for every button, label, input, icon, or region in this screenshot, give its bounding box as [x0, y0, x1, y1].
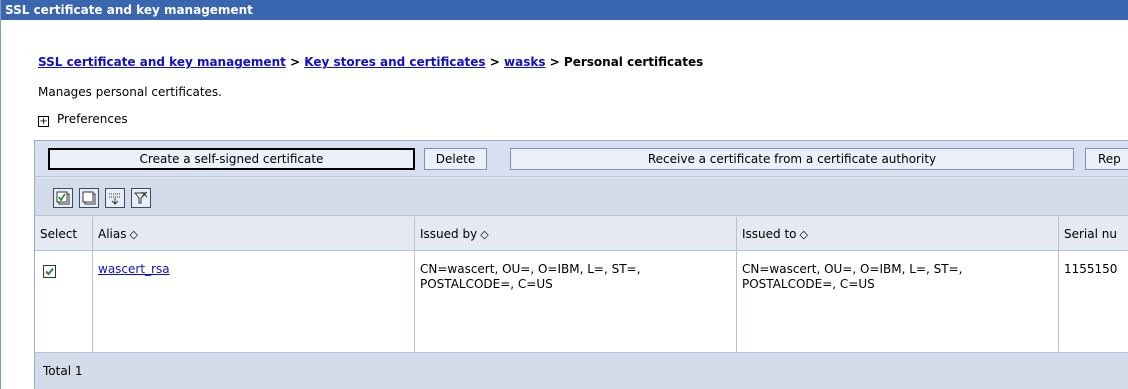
preferences-label: Preferences — [57, 112, 128, 126]
column-header-serial-number[interactable]: Serial nu — [1059, 217, 1128, 250]
app-frame: SSL certificate and key management SSL c… — [0, 0, 1128, 389]
table-row: wascert_rsa CN=wascert, OU=, O=IBM, L=, … — [35, 251, 1128, 353]
column-header-alias[interactable]: Alias ◇ — [93, 217, 415, 250]
create-self-signed-button[interactable]: Create a self-signed certificate — [48, 148, 415, 170]
row-select-checkbox[interactable] — [43, 265, 56, 278]
certificates-panel: Create a self-signed certificate Delete … — [34, 140, 1128, 389]
window-title: SSL certificate and key management — [1, 0, 1128, 20]
receive-certificate-button[interactable]: Receive a certificate from a certificate… — [510, 148, 1074, 170]
table-footer: Total 1 — [35, 353, 1128, 389]
alias-link[interactable]: wascert_rsa — [98, 262, 170, 276]
column-header-issued-to-label: Issued to — [742, 227, 797, 241]
table-toolbar — [35, 178, 1128, 216]
breadcrumb-separator: > — [549, 55, 560, 69]
clear-filter-icon[interactable] — [131, 188, 151, 208]
select-all-icon[interactable] — [53, 188, 73, 208]
serial-number-cell: 1155150 — [1064, 262, 1118, 276]
column-header-issued-to[interactable]: Issued to ◇ — [737, 217, 1059, 250]
preferences-toggle[interactable]: + Preferences — [38, 112, 128, 127]
breadcrumb-current: Personal certificates — [563, 55, 704, 69]
expand-icon[interactable]: + — [38, 116, 49, 127]
breadcrumb: SSL certificate and key management > Key… — [38, 55, 703, 69]
issued-to-cell: CN=wascert, OU=, O=IBM, L=, ST=, POSTALC… — [737, 251, 1059, 352]
deselect-all-icon[interactable] — [79, 188, 99, 208]
breadcrumb-link-ssl-management[interactable]: SSL certificate and key management — [38, 55, 286, 69]
column-header-select: Select — [35, 217, 93, 250]
issued-by-cell: CN=wascert, OU=, O=IBM, L=, ST=, POSTALC… — [415, 251, 737, 352]
breadcrumb-separator: > — [290, 55, 301, 69]
total-count: Total 1 — [43, 364, 83, 378]
table-header: Select Alias ◇ Issued by ◇ Issued to ◇ Seri… — [35, 217, 1128, 251]
alias-cell: wascert_rsa — [93, 251, 415, 352]
sort-icon[interactable]: ◇ — [800, 228, 808, 241]
page-description: Manages personal certificates. — [38, 85, 222, 99]
checkmark-icon — [45, 267, 54, 276]
breadcrumb-link-wasks[interactable]: wasks — [504, 55, 545, 69]
button-bar: Create a self-signed certificate Delete … — [35, 141, 1128, 177]
sort-icon[interactable]: ◇ — [480, 228, 488, 241]
sort-icon[interactable]: ◇ — [129, 228, 137, 241]
breadcrumb-link-key-stores[interactable]: Key stores and certificates — [304, 55, 485, 69]
column-header-issued-by[interactable]: Issued by ◇ — [415, 217, 737, 250]
column-header-alias-label: Alias — [98, 227, 127, 241]
delete-button[interactable]: Delete — [424, 148, 487, 170]
select-cell — [35, 251, 93, 352]
breadcrumb-separator: > — [489, 55, 500, 69]
replace-button[interactable]: Rep — [1085, 148, 1128, 170]
column-header-issued-by-label: Issued by — [420, 227, 478, 241]
filter-icon[interactable] — [105, 188, 125, 208]
